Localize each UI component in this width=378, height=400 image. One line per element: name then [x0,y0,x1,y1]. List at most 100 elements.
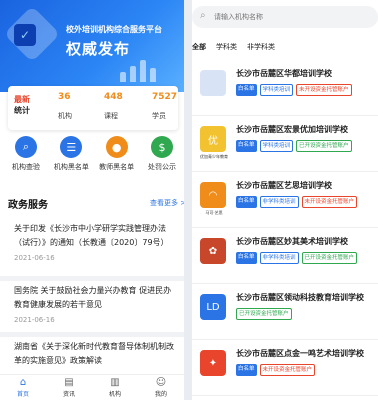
org-logo [200,70,226,96]
section-title: 政务服务 [8,200,48,211]
escrow-status-badge: 未开设资金托管账户 [301,196,358,208]
news-title: 湖南省《关于深化新时代教育督导体制机制改革的实施意见》政策解读 [14,342,174,365]
org-list-item[interactable]: ◠ 马可·艺思 长沙市岳麓区艺思培训学校 白名单 非学科类培训 未开设资金托管账… [192,172,378,228]
whitelist-badge: 白名单 [236,364,257,376]
filter-tab-subject[interactable]: 学科类 [216,42,237,52]
stat-courses: 448 课程 [104,92,123,121]
tab-home[interactable]: ⌂ 首页 [8,375,38,400]
org-list-item[interactable]: ✿ 长沙市岳麓区妙其美术培训学校 白名单 非学科类培训 已开设资金托管账户 [192,228,378,284]
org-name: 长沙市岳麓区宏景优加培训学校 [236,125,348,134]
escrow-status-badge: 未开设资金托管账户 [259,364,316,376]
stat-orgs: 36 机构 [58,92,72,121]
search-input[interactable] [214,9,364,25]
home-screen: ✓ 校外培训机构综合服务平台 权威发布 最新 统计 36 机构 448 课程 7… [0,0,184,400]
news-title: 国务院 关于鼓励社会力量兴办教育 促进民办教育健康发展的若干意见 [14,286,172,309]
stat-value: 7527 [152,92,178,102]
org-badges: 白名单 未开设资金托管账户 [236,364,316,376]
stats-tag-line1: 最新 [14,95,30,104]
category-badge: 非学科类培训 [259,196,299,208]
person-icon: ● [105,136,128,158]
home-icon: ⌂ [19,377,27,388]
whitelist-badge: 白名单 [236,140,257,152]
stat-label: 学员 [152,112,166,120]
news-icon: ▤ [64,377,74,388]
news-item[interactable]: 关于印发《长沙市中小学研学实践管理办法（试行）》的通知（长教通〔2020〕79号… [14,222,178,262]
category-badge: 学科类培训 [259,84,294,96]
user-icon: ☺ [155,377,167,388]
org-list-item[interactable]: 优 优加青少年教育 长沙市岳麓区宏景优加培训学校 白名单 学科类培训 已开设资金… [192,116,378,172]
quick-link-label: 机构查验 [12,163,40,171]
quick-links: ⌕ 机构查验 ☰ 机构黑名单 ● 教师黑名单 $ 处罚公示 [4,136,184,172]
escrow-status-badge: 已开设资金托管账户 [301,252,358,264]
banner-bars-graphic [120,60,156,82]
org-logo: 优 [200,126,226,152]
whitelist-badge: 白名单 [236,84,257,96]
news-item[interactable]: 国务院 关于鼓励社会力量兴办教育 促进民办教育健康发展的若干意见 2021-06… [14,284,178,324]
tab-label: 首页 [16,391,29,398]
org-badges: 白名单 非学科类培训 已开设资金托管账户 [236,252,358,264]
bottom-tab-bar: ⌂ 首页 ▤ 资讯 ▥ 机构 ☺ 我的 [0,374,184,400]
search-bar[interactable]: ⌕ [192,6,378,28]
quick-link-org-blacklist[interactable]: ☰ 机构黑名单 [49,136,93,172]
org-name: 长沙市岳麓区领动科技教育培训学校 [236,293,364,302]
org-name: 长沙市岳麓区华都培训学校 [236,69,332,78]
quick-link-penalty[interactable]: $ 处罚公示 [140,136,184,172]
news-date: 2021-06-16 [14,254,55,262]
stat-label: 课程 [104,112,118,120]
org-name: 长沙市岳麓区艺思培训学校 [236,181,332,190]
divider [0,276,184,281]
org-badges: 已开设资金托管账户 [236,308,292,320]
news-date: 2021-06-16 [14,316,55,324]
category-badge: 学科类培训 [259,140,294,152]
building-icon: ▥ [110,377,120,388]
search-icon: ⌕ [15,136,37,158]
org-name: 长沙市岳麓区妙其美术培训学校 [236,237,348,246]
stats-tag: 最新 统计 [14,94,36,116]
quick-link-label: 教师黑名单 [99,163,135,171]
org-list-item[interactable]: 长沙市岳麓区华都培训学校 白名单 学科类培训 未开设资金托管账户 [192,60,378,116]
tab-label: 机构 [108,391,121,398]
list-icon: ☰ [60,136,83,158]
org-badges: 白名单 学科类培训 未开设资金托管账户 [236,84,352,96]
quick-link-org-check[interactable]: ⌕ 机构查验 [4,136,48,172]
escrow-status-badge: 已开设资金托管账户 [296,140,352,152]
news-item[interactable]: 湖南省《关于深化新时代教育督导体制机制改革的实施意见》政策解读 [14,340,178,368]
tab-label: 资讯 [62,391,75,398]
view-more-link[interactable]: 查看更多 > [150,198,184,208]
tab-mine[interactable]: ☺ 我的 [146,375,176,400]
stats-card: 最新 统计 36 机构 448 课程 7527 学员 [8,86,178,130]
org-logo-caption: 优加青少年教育 [200,154,228,159]
escrow-status-badge: 已开设资金托管账户 [236,308,292,320]
tab-orgs[interactable]: ▥ 机构 [100,375,130,400]
filter-tab-all[interactable]: 全部 [192,42,206,52]
org-logo: ✦ [200,350,226,376]
search-icon: ⌕ [200,10,206,21]
shield-icon: ✓ [14,24,36,46]
screenshot-root: ✓ 校外培训机构综合服务平台 权威发布 最新 统计 36 机构 448 课程 7… [0,0,378,400]
divider [0,332,184,337]
filter-tab-non-subject[interactable]: 非学科类 [247,42,275,52]
filter-tabs: 全部 学科类 非学科类 [192,42,275,52]
tab-news[interactable]: ▤ 资讯 [54,375,84,400]
banner-title: 权威发布 [66,40,131,58]
whitelist-badge: 白名单 [236,252,257,264]
banner-subtitle: 校外培训机构综合服务平台 [66,25,162,34]
org-logo-caption: 马可·艺思 [205,210,223,215]
org-badges: 白名单 学科类培训 已开设资金托管账户 [236,140,352,152]
org-badges: 白名单 非学科类培训 未开设资金托管账户 [236,196,358,208]
org-name: 长沙市岳麓区点金一鸣艺术培训学校 [236,349,364,358]
stat-value: 448 [104,92,123,102]
quick-link-label: 处罚公示 [147,163,176,171]
stat-students: 7527 学员 [152,92,177,121]
org-list-screen: ⌕ 全部 学科类 非学科类 长沙市岳麓区华都培训学校 白名单 学科类培训 未开设… [192,0,378,400]
promo-banner[interactable]: ✓ 校外培训机构综合服务平台 权威发布 [0,0,184,92]
quick-link-teacher-blacklist[interactable]: ● 教师黑名单 [95,136,139,172]
org-logo: LD [200,294,226,320]
category-badge: 非学科类培训 [259,252,299,264]
org-list-item[interactable]: ✦ 长沙市岳麓区点金一鸣艺术培训学校 白名单 未开设资金托管账户 [192,340,378,396]
escrow-status-badge: 未开设资金托管账户 [296,84,352,96]
org-logo: ◠ [200,182,226,208]
org-list-item[interactable]: LD 长沙市岳麓区领动科技教育培训学校 已开设资金托管账户 [192,284,378,340]
tab-label: 我的 [154,391,167,398]
quick-link-label: 机构黑名单 [53,163,89,171]
